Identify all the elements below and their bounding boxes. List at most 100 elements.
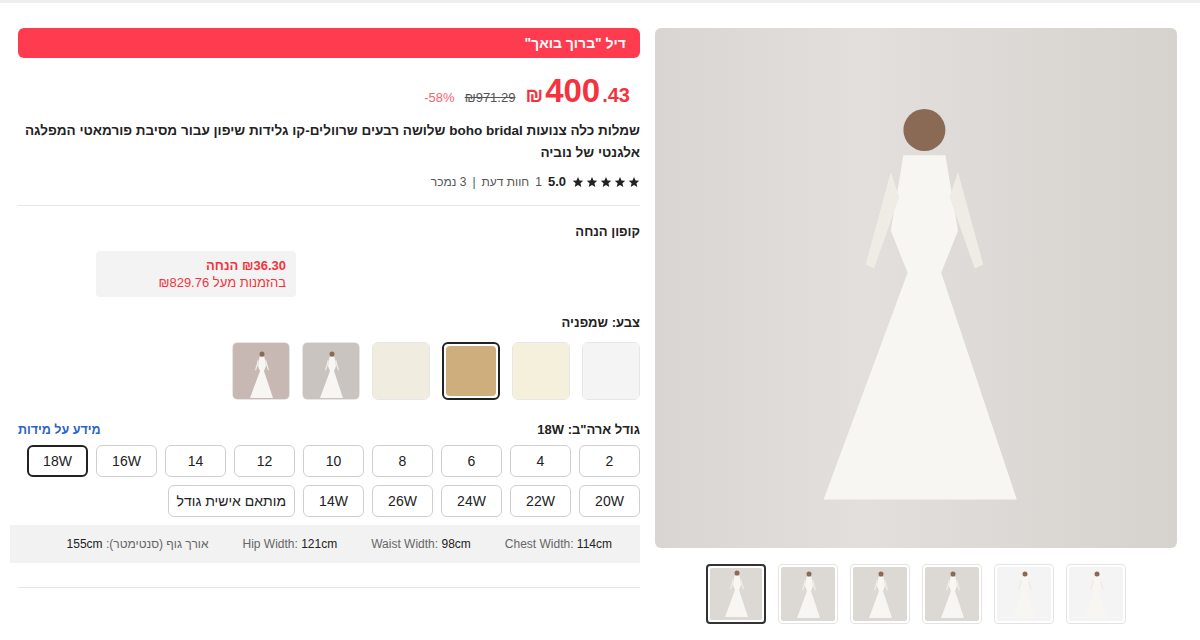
price-row: ₪400.43 ₪971.29 58%-	[18, 72, 640, 110]
measurement-value: 114cm	[577, 537, 612, 551]
color-swatch[interactable]	[372, 342, 430, 400]
size-button[interactable]: 10	[303, 445, 364, 477]
size-button[interactable]: 8	[372, 445, 433, 477]
size-button[interactable]: 14	[165, 445, 226, 477]
size-button[interactable]: 18W	[27, 445, 88, 477]
size-button[interactable]: מותאם אישית גודל	[168, 485, 295, 517]
thumbnail-photo	[710, 568, 762, 620]
product-page: דיל "ברוך בואך" ₪400.43 ₪971.29 58%- שמלות כ…	[0, 3, 1200, 624]
size-button[interactable]: 6	[441, 445, 502, 477]
size-button[interactable]: 16W	[96, 445, 157, 477]
size-label-text: גודל ארה"ב:	[568, 422, 640, 437]
measurement-label: Chest Width:	[505, 537, 574, 551]
dress-figure	[927, 567, 977, 621]
star-icon	[572, 176, 584, 188]
dress-figure	[783, 567, 833, 621]
measurement: Waist Width: 98cm	[371, 537, 471, 551]
dress-figure	[706, 48, 1126, 548]
deal-banner: דיל "ברוך בואך"	[18, 28, 640, 58]
measurement: Chest Width: 114cm	[505, 537, 612, 551]
coupon-condition: בהזמנות מעל ₪829.76	[106, 274, 286, 291]
star-icon	[600, 176, 612, 188]
size-label: גודל ארה"ב: 18W	[537, 422, 640, 437]
price-currency: ₪	[525, 84, 543, 107]
thumbnail-photo	[925, 567, 979, 621]
color-swatch[interactable]	[512, 342, 570, 400]
dress-figure	[236, 349, 286, 399]
measurement-label: Hip Width:	[242, 537, 297, 551]
product-title: שמלות כלה צנועות boho bridal שלושה רבעים…	[18, 120, 640, 164]
rating-row: 5.0 1 חוות דעת | 3 נמכר	[18, 174, 640, 189]
thumbnail-photo	[781, 567, 835, 621]
thumbnail[interactable]	[922, 564, 982, 624]
coupon-box[interactable]: ₪36.30 הנחהבהזמנות מעל ₪829.76	[96, 251, 296, 297]
rating-score: 5.0	[548, 174, 566, 189]
price-decimals: .43	[602, 84, 630, 107]
thumbnail-photo	[997, 567, 1051, 621]
dress-figure	[306, 349, 356, 399]
size-button[interactable]: 2	[579, 445, 640, 477]
color-swatch[interactable]	[582, 342, 640, 400]
thumbnail[interactable]	[994, 564, 1054, 624]
size-info-link[interactable]: מידע על מידות	[18, 423, 101, 437]
sold-count: 3 נמכר	[431, 175, 467, 189]
color-swatch[interactable]	[232, 342, 290, 400]
swatch-fill	[373, 343, 429, 399]
product-info: דיל "ברוך בואך" ₪400.43 ₪971.29 58%- שמלות כ…	[18, 28, 640, 624]
thumbnail[interactable]	[778, 564, 838, 624]
product-gallery	[655, 28, 1177, 624]
star-icon	[614, 176, 626, 188]
color-swatches	[18, 342, 640, 400]
stars	[572, 176, 640, 188]
measurement: Hip Width: 121cm	[242, 537, 337, 551]
size-button[interactable]: 20W	[579, 485, 640, 517]
product-photo	[655, 28, 1177, 548]
size-header: גודל ארה"ב: 18W מידע על מידות	[18, 422, 640, 437]
coupon-amount: ₪36.30 הנחה	[106, 257, 286, 274]
discount: 58%-	[424, 90, 454, 105]
reviews-count[interactable]: 1	[535, 175, 542, 189]
star-icon	[586, 176, 598, 188]
swatch-photo	[233, 343, 289, 399]
measurement-value: 155cm	[67, 537, 103, 551]
swatch-fill	[513, 343, 569, 399]
color-swatch[interactable]	[442, 342, 500, 400]
reviews-label[interactable]: חוות דעת	[482, 175, 530, 189]
measurements: Chest Width: 114cm Waist Width: 98cm Hip W…	[10, 525, 640, 563]
dress-figure	[999, 567, 1049, 621]
size-button[interactable]: 22W	[510, 485, 571, 517]
current-price: ₪400.43	[525, 72, 630, 110]
dress-figure	[855, 567, 905, 621]
swatch-fill	[583, 343, 639, 399]
color-value: שמפניה	[562, 315, 608, 330]
swatch-fill	[446, 346, 496, 396]
thumbnail[interactable]	[850, 564, 910, 624]
size-button[interactable]: 14W	[303, 485, 364, 517]
measurement: אורך גוף (סנטימטר): 155cm	[67, 537, 209, 551]
size-button[interactable]: 26W	[372, 485, 433, 517]
dress-figure	[711, 568, 761, 620]
swatch-photo	[303, 343, 359, 399]
separator: |	[472, 175, 475, 189]
thumbnail-photo	[1069, 567, 1123, 621]
size-button[interactable]: 24W	[441, 485, 502, 517]
measurement-label: אורך גוף (סנטימטר):	[106, 537, 209, 551]
size-button[interactable]: 12	[234, 445, 295, 477]
original-price: ₪971.29	[465, 90, 516, 105]
divider	[18, 587, 640, 588]
color-label-text: צבע:	[612, 315, 640, 330]
star-icon	[628, 176, 640, 188]
color-label: צבע: שמפניה	[18, 315, 640, 330]
measurement-value: 121cm	[301, 537, 337, 551]
price-integer: 400	[545, 72, 600, 110]
divider	[18, 205, 640, 206]
size-options: 246810121416W18W 20W22W24W26W14Wמותאם איש…	[18, 445, 640, 517]
measurement-label: Waist Width:	[371, 537, 438, 551]
thumbnail[interactable]	[706, 564, 766, 624]
size-button[interactable]: 4	[510, 445, 571, 477]
color-swatch[interactable]	[302, 342, 360, 400]
thumbnail[interactable]	[1066, 564, 1126, 624]
size-value: 18W	[537, 422, 564, 437]
thumbnails	[655, 564, 1177, 624]
dress-figure	[1071, 567, 1121, 621]
